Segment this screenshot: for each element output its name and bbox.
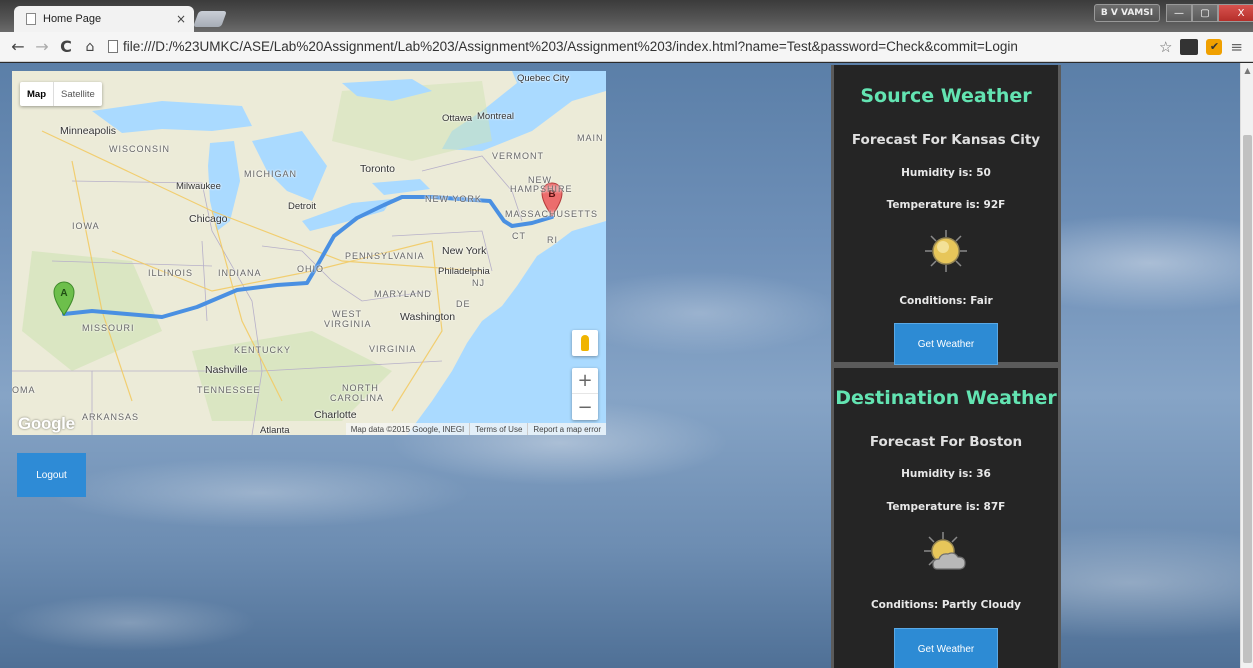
source-humidity: Humidity is: 50 — [901, 167, 991, 179]
google-logo[interactable]: Google — [18, 414, 75, 434]
map-attribution: Map data ©2015 Google, INEGI Terms of Us… — [345, 423, 606, 435]
zoom-in-button[interactable]: + — [572, 368, 598, 394]
sun-icon — [834, 229, 1058, 273]
extension-check-icon[interactable]: ✔ — [1206, 38, 1223, 55]
bookmark-star-icon[interactable]: ☆ — [1159, 38, 1172, 56]
pegman-street-view-icon[interactable] — [572, 330, 598, 356]
zoom-control: + − — [572, 368, 598, 420]
destination-humidity: Humidity is: 36 — [901, 468, 991, 480]
map-label-ri: RI — [547, 235, 558, 245]
map-label-west-virginia: VIRGINIA — [324, 319, 372, 329]
page-icon — [26, 13, 36, 25]
extension-icon[interactable] — [1180, 38, 1199, 55]
map-label-new-york-state: NEW YORK — [425, 194, 482, 204]
map-label-iowa: IOWA — [72, 221, 100, 231]
terms-of-use-link[interactable]: Terms of Use — [469, 423, 527, 435]
source-temperature: Temperature is: 92F — [886, 199, 1006, 211]
map-label-new-hampshire-2: HAMPSHIRE — [510, 184, 573, 194]
map-label-detroit: Detroit — [288, 201, 316, 212]
map-label-massachusetts: MASSACHUSETTS — [505, 209, 599, 219]
reload-icon[interactable]: C — [54, 37, 78, 56]
map-label-charlotte: Charlotte — [314, 409, 357, 421]
destination-forecast-title: Forecast For Boston — [869, 434, 1023, 450]
map-label-illinois: ILLINOIS — [148, 268, 194, 278]
source-get-weather-button[interactable]: Get Weather — [894, 323, 998, 365]
map-label-toronto: Toronto — [360, 163, 396, 175]
tab-home-page[interactable]: Home Page × — [14, 6, 194, 32]
close-window-button[interactable]: X — [1218, 4, 1253, 22]
page-scrollbar[interactable]: ▲ — [1240, 63, 1253, 668]
route-map[interactable]: A B Quebec City Ottawa Montreal Minneapo… — [12, 71, 606, 435]
page-background: A B Quebec City Ottawa Montreal Minneapo… — [0, 63, 1240, 668]
map-label-nashville: Nashville — [205, 364, 248, 376]
map-label-ohio: OHIO — [297, 264, 325, 274]
source-weather-heading: Source Weather — [860, 85, 1032, 107]
map-label-vermont: VERMONT — [492, 151, 544, 161]
map-label-west: WEST — [332, 309, 362, 319]
map-label-carolina: CAROLINA — [330, 393, 385, 403]
map-label-north: NORTH — [342, 383, 379, 393]
browser-titlebar: Home Page × B V VAMSI — ▢ X — [0, 0, 1253, 32]
map-type-satellite-button[interactable]: Satellite — [53, 82, 102, 106]
destination-conditions: Conditions: Partly Cloudy — [870, 599, 1022, 611]
map-label-washington: Washington — [400, 311, 456, 323]
map-label-minneapolis: Minneapolis — [60, 125, 117, 137]
forward-arrow-icon[interactable]: → — [30, 37, 54, 56]
map-type-control: Map Satellite — [20, 82, 102, 106]
map-label-arkansas: ARKANSAS — [82, 412, 140, 422]
address-bar[interactable]: file:///D:/%23UMKC/ASE/Lab%20Assignment/… — [108, 35, 1159, 59]
map-label-de: DE — [456, 299, 471, 309]
map-label-quebec-city: Quebec City — [517, 73, 570, 84]
map-label-main: MAIN — [577, 133, 604, 143]
map-label-tennessee: TENNESSEE — [197, 385, 261, 395]
map-label-chicago: Chicago — [189, 213, 228, 225]
map-type-map-button[interactable]: Map — [20, 82, 53, 106]
destination-weather-panel: Destination Weather Forecast For Boston … — [831, 365, 1061, 668]
profile-badge[interactable]: B V VAMSI — [1094, 4, 1160, 22]
source-forecast-title: Forecast For Kansas City — [851, 132, 1041, 148]
map-label-ottawa: Ottawa — [442, 113, 473, 124]
file-icon — [108, 40, 118, 53]
new-tab-button[interactable] — [193, 11, 227, 27]
map-data-credit: Map data ©2015 Google, INEGI — [350, 424, 465, 434]
map-label-maryland: MARYLAND — [374, 289, 432, 299]
map-label-wisconsin: WISCONSIN — [109, 144, 171, 154]
url-text[interactable]: file:///D:/%23UMKC/ASE/Lab%20Assignment/… — [123, 39, 1018, 54]
partly-cloudy-icon — [834, 531, 1058, 577]
map-label-kentucky: KENTUCKY — [234, 345, 292, 355]
map-label-oma: OMA — [12, 385, 36, 395]
logout-button[interactable]: Logout — [17, 453, 86, 497]
back-arrow-icon[interactable]: ← — [6, 37, 30, 56]
map-label-new-york-city: New York — [442, 245, 487, 257]
tab-title: Home Page — [43, 13, 102, 25]
home-icon[interactable]: ⌂ — [78, 39, 102, 55]
source-weather-panel: Source Weather Forecast For Kansas City … — [831, 65, 1061, 365]
map-label-ct: CT — [512, 231, 526, 241]
source-conditions: Conditions: Fair — [899, 295, 993, 307]
marker-a-label: A — [60, 288, 67, 299]
map-label-missouri: MISSOURI — [82, 323, 135, 333]
destination-weather-heading: Destination Weather — [835, 387, 1057, 409]
map-label-montreal: Montreal — [477, 111, 514, 122]
destination-temperature: Temperature is: 87F — [886, 501, 1006, 513]
minimize-button[interactable]: — — [1166, 4, 1192, 22]
report-map-error-link[interactable]: Report a map error — [527, 423, 606, 435]
map-label-michigan: MICHIGAN — [244, 169, 297, 179]
tab-close-icon[interactable]: × — [176, 12, 186, 26]
map-label-pennsylvania: PENNSYLVANIA — [345, 251, 425, 261]
scroll-up-arrow-icon[interactable]: ▲ — [1241, 63, 1253, 77]
map-label-philadelphia: Philadelphia — [438, 266, 490, 277]
menu-icon[interactable]: ≡ — [1230, 38, 1243, 56]
maximize-button[interactable]: ▢ — [1192, 4, 1218, 22]
map-label-nj: NJ — [472, 278, 485, 288]
map-label-atlanta: Atlanta — [260, 425, 290, 435]
browser-toolbar: ← → C ⌂ file:///D:/%23UMKC/ASE/Lab%20Ass… — [0, 32, 1253, 62]
window-controls: — ▢ X — [1166, 4, 1253, 22]
map-label-milwaukee: Milwaukee — [176, 181, 221, 192]
zoom-out-button[interactable]: − — [572, 394, 598, 420]
map-label-indiana: INDIANA — [218, 268, 262, 278]
destination-get-weather-button[interactable]: Get Weather — [894, 628, 998, 668]
map-label-virginia: VIRGINIA — [369, 344, 417, 354]
scrollbar-thumb[interactable] — [1243, 135, 1252, 663]
